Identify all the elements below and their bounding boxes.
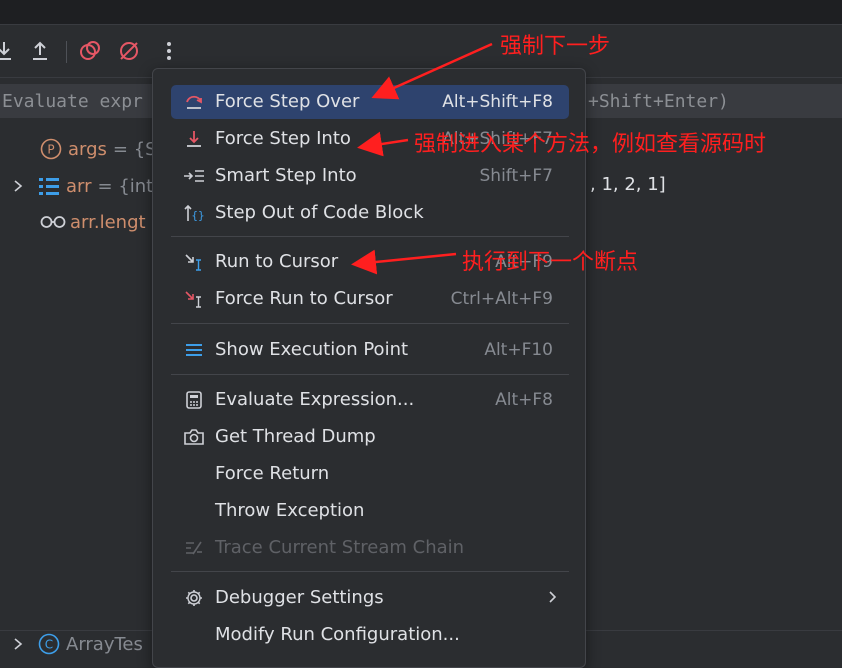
variable-value: = {S: [112, 138, 157, 160]
gear-icon: [183, 587, 205, 609]
annotation-step-into: 强制进入某个方法，例如查看源码时: [414, 132, 767, 157]
menu-item-label: Modify Run Configuration...: [215, 624, 460, 645]
svg-text:C: C: [45, 638, 53, 652]
evaluate-placeholder: Evaluate expr: [2, 91, 143, 112]
stream-chain-icon: [183, 537, 205, 559]
expand-chevron-icon[interactable]: [12, 179, 24, 193]
menu-item-shortcut: Ctrl+Alt+F9: [450, 289, 553, 309]
menu-item-shortcut: Alt+F10: [484, 340, 553, 360]
expand-chevron-icon[interactable]: [12, 637, 24, 651]
watch-glasses-icon: [40, 216, 66, 228]
menu-item-throw-exception[interactable]: Throw Exception: [171, 494, 569, 528]
show-execution-point-icon: [183, 339, 205, 361]
top-tab-strip: [0, 0, 842, 25]
variable-row-args[interactable]: P args = {S: [40, 134, 157, 164]
menu-item-label: Evaluate Expression...: [215, 389, 415, 410]
mute-breakpoints-icon[interactable]: [117, 39, 141, 63]
camera-icon: [183, 426, 205, 448]
array-icon: [39, 178, 59, 195]
menu-item-force-run-to-cursor[interactable]: Force Run to Cursor Ctrl+Alt+F9: [171, 282, 569, 316]
variable-name: arr.lengt: [70, 211, 146, 233]
force-step-into-icon: [183, 128, 205, 150]
view-breakpoints-icon[interactable]: [78, 39, 102, 63]
menu-item-debugger-settings[interactable]: Debugger Settings: [171, 581, 569, 615]
menu-item-label: Step Out of Code Block: [215, 202, 424, 223]
menu-item-label: Force Return: [215, 463, 330, 484]
arr-value-tail: , 1, 2, 1]: [590, 174, 666, 195]
menu-item-label: Get Thread Dump: [215, 426, 376, 447]
menu-item-label: Throw Exception: [215, 500, 365, 521]
menu-separator: [171, 571, 569, 572]
parameter-icon: P: [40, 138, 62, 160]
menu-item-label: Force Step Into: [215, 128, 351, 149]
menu-item-label: Show Execution Point: [215, 339, 409, 360]
menu-item-label: Force Step Over: [215, 91, 360, 112]
menu-item-force-step-over[interactable]: Force Step Over Alt+Shift+F8: [171, 85, 569, 119]
annotation-step-over: 强制下一步: [500, 34, 611, 59]
frame-label: ArrayTes: [66, 633, 143, 655]
toolbar-separator: [66, 41, 67, 63]
smart-step-into-icon: [183, 165, 205, 187]
menu-item-label: Run to Cursor: [215, 251, 339, 272]
variable-row-arr-length[interactable]: arr.lengt: [40, 207, 146, 237]
force-run-to-cursor-icon: [183, 288, 205, 310]
menu-separator: [171, 374, 569, 375]
svg-text:P: P: [47, 143, 54, 157]
menu-item-trace-stream-chain: Trace Current Stream Chain: [171, 531, 569, 565]
menu-item-modify-run-configuration[interactable]: Modify Run Configuration...: [171, 618, 569, 652]
menu-item-smart-step-into[interactable]: Smart Step Into Shift+F7: [171, 159, 569, 193]
step-out-code-block-icon: {}: [183, 202, 205, 224]
step-down-icon[interactable]: [0, 39, 16, 63]
menu-item-evaluate-expression[interactable]: Evaluate Expression... Alt+F8: [171, 383, 569, 417]
annotation-run-to-cursor: 执行到下一个断点: [462, 250, 639, 275]
variable-name: arr: [66, 175, 92, 197]
menu-item-label: Trace Current Stream Chain: [215, 537, 465, 558]
force-step-over-icon: [183, 91, 205, 113]
menu-item-force-return[interactable]: Force Return: [171, 457, 569, 491]
menu-item-label: Force Run to Cursor: [215, 288, 393, 309]
svg-text:{}: {}: [191, 209, 204, 222]
step-out-icon[interactable]: [28, 39, 52, 63]
menu-item-label: Debugger Settings: [215, 587, 384, 608]
menu-item-shortcut: Alt+Shift+F8: [442, 92, 553, 112]
variable-name: args: [68, 138, 107, 160]
debug-actions-menu: Force Step Over Alt+Shift+F8 Force Step …: [152, 68, 586, 668]
menu-separator: [171, 236, 569, 237]
menu-item-shortcut: Alt+F8: [495, 390, 553, 410]
variable-row-arr[interactable]: arr = {int: [12, 171, 153, 201]
chevron-right-icon: [547, 587, 559, 611]
menu-item-shortcut: Shift+F7: [479, 166, 553, 186]
calculator-icon: [183, 389, 205, 411]
menu-item-show-execution-point[interactable]: Show Execution Point Alt+F10: [171, 333, 569, 367]
more-options-icon[interactable]: [157, 39, 181, 63]
menu-separator: [171, 323, 569, 324]
class-icon: C: [38, 633, 60, 655]
menu-item-label: Smart Step Into: [215, 165, 357, 186]
run-to-cursor-icon: [183, 251, 205, 273]
menu-item-get-thread-dump[interactable]: Get Thread Dump: [171, 420, 569, 454]
variable-value: = {int: [97, 175, 154, 197]
menu-item-step-out-code-block[interactable]: {} Step Out of Code Block: [171, 196, 569, 230]
evaluate-shortcut-hint: +Shift+Enter): [588, 91, 729, 112]
